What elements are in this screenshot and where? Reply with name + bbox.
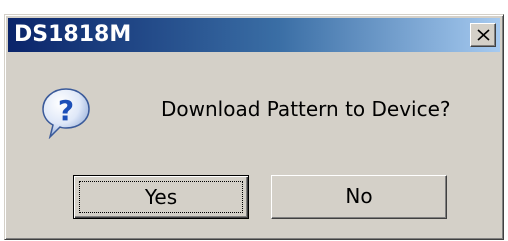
yes-button-label: Yes <box>79 181 243 213</box>
close-button[interactable] <box>470 23 496 47</box>
window-title: DS1818M <box>14 22 132 47</box>
yes-button[interactable]: Yes <box>73 175 249 219</box>
message-dialog: DS1818M ? Download Pattern to Device? Ye… <box>4 14 504 240</box>
no-button[interactable]: No <box>271 175 447 219</box>
question-icon: ? <box>41 87 91 140</box>
message-text: Download Pattern to Device? <box>161 97 451 121</box>
title-bar[interactable]: DS1818M <box>8 18 500 52</box>
svg-text:?: ? <box>58 94 74 127</box>
close-icon <box>477 29 490 41</box>
